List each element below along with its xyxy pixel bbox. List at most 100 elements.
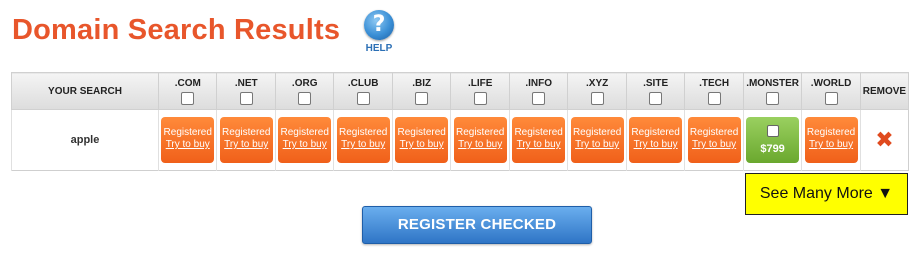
try-to-buy-link[interactable]: Try to buy (571, 139, 624, 151)
tld-header: .MONSTER (742, 72, 803, 110)
registered-badge: Registered Try to buy (395, 117, 449, 163)
tld-label: .CLUB (347, 77, 379, 89)
status-text: Registered (397, 127, 446, 138)
search-term: apple (11, 109, 159, 171)
status-text: Registered (572, 127, 622, 138)
help-label[interactable]: HELP (362, 43, 396, 54)
try-to-buy-link[interactable]: Try to buy (454, 139, 507, 151)
select-column-checkbox[interactable] (649, 91, 663, 105)
remove-header: REMOVE (859, 72, 910, 110)
registered-badge: Registered Try to buy (804, 117, 858, 163)
see-many-more-label: See Many More (759, 185, 873, 202)
registered-badge: Registered Try to buy (453, 117, 507, 163)
tld-header: .BIZ (391, 72, 452, 110)
tld-label: .COM (174, 77, 201, 89)
tld-header: .XYZ (567, 72, 627, 110)
registered-badge: Registered Try to buy (570, 117, 624, 163)
domain-cell: Registered Try to buy (274, 109, 334, 171)
remove-cell: ✖ (859, 109, 909, 171)
registered-badge: Registered Try to buy (219, 117, 273, 163)
table-row: apple Registered Try to buy Registered Try… (11, 109, 909, 171)
page-title: Domain Search Results (12, 14, 341, 46)
available-badge: $799 (746, 117, 800, 163)
try-to-buy-link[interactable]: Try to buy (161, 139, 214, 151)
tld-label: .SITE (643, 77, 669, 89)
select-column-checkbox[interactable] (590, 91, 604, 105)
tld-label: .LIFE (467, 77, 493, 89)
tld-label: .ORG (291, 77, 318, 89)
try-to-buy-link[interactable]: Try to buy (629, 139, 682, 151)
domain-cell: $799 (742, 109, 802, 171)
price: $799 (760, 143, 785, 155)
tld-label: .XYZ (586, 77, 609, 89)
tld-header: .WORLD (801, 72, 861, 110)
registered-badge: Registered Try to buy (512, 117, 566, 163)
tld-header: .LIFE (450, 72, 510, 110)
select-column-checkbox[interactable] (532, 91, 546, 105)
try-to-buy-link[interactable]: Try to buy (805, 139, 858, 151)
domain-cell: Registered Try to buy (508, 109, 568, 171)
register-checked-domains-button[interactable]: REGISTER CHECKED DOMAINS (362, 206, 592, 269)
registered-badge: Registered Try to buy (336, 117, 390, 163)
try-to-buy-link[interactable]: Try to buy (220, 139, 273, 151)
tld-label: .BIZ (412, 77, 432, 89)
your-search-header: YOUR SEARCH (11, 72, 159, 110)
domain-cell: Registered Try to buy (391, 109, 451, 171)
try-to-buy-link[interactable]: Try to buy (395, 139, 448, 151)
tld-label: .WORLD (810, 77, 852, 89)
select-column-checkbox[interactable] (707, 91, 721, 105)
tld-label: .NET (234, 77, 258, 89)
help-icon[interactable]: ? (364, 10, 394, 40)
tld-label: .MONSTER (746, 77, 799, 89)
select-column-checkbox[interactable] (239, 91, 253, 105)
domain-cell: Registered Try to buy (801, 109, 861, 171)
try-to-buy-link[interactable]: Try to buy (688, 139, 741, 151)
domain-cell: Registered Try to buy (333, 109, 393, 171)
select-column-checkbox[interactable] (766, 91, 780, 105)
domain-cell: Registered Try to buy (684, 109, 744, 171)
tld-header: .ORG (274, 72, 335, 110)
select-column-checkbox[interactable] (824, 91, 838, 105)
status-text: Registered (455, 127, 505, 138)
select-column-checkbox[interactable] (415, 91, 429, 105)
registered-badge: Registered Try to buy (278, 117, 332, 163)
try-to-buy-link[interactable]: Try to buy (337, 139, 390, 151)
select-column-checkbox[interactable] (181, 91, 195, 105)
tld-header: .INFO (508, 72, 569, 110)
results-table: YOUR SEARCH .COM .NET .ORG .CLUB .BIZ .L… (11, 72, 910, 171)
chevron-down-icon: ▼ (877, 185, 894, 202)
status-text: Registered (806, 127, 856, 138)
status-text: Registered (631, 127, 680, 138)
tld-header: .TECH (684, 72, 744, 110)
domain-cell: Registered Try to buy (157, 109, 217, 171)
select-domain-checkbox[interactable] (766, 125, 779, 137)
domain-cell: Registered Try to buy (216, 109, 276, 171)
see-many-more-button[interactable]: See Many More ▼ (745, 173, 908, 215)
try-to-buy-link[interactable]: Try to buy (512, 139, 565, 151)
domain-cell: Registered Try to buy (450, 109, 510, 171)
registered-badge: Registered Try to buy (629, 117, 683, 163)
help-button[interactable]: ? HELP (362, 10, 396, 54)
select-column-checkbox[interactable] (356, 91, 370, 105)
status-text: Registered (222, 127, 271, 138)
status-text: Registered (339, 127, 388, 138)
status-text: Registered (163, 127, 212, 138)
registered-badge: Registered Try to buy (161, 117, 215, 163)
status-text: Registered (689, 127, 739, 138)
select-column-checkbox[interactable] (298, 91, 312, 105)
domain-cell: Registered Try to buy (625, 109, 685, 171)
tld-header: .NET (216, 72, 276, 110)
status-text: Registered (514, 127, 563, 138)
domain-cell: Registered Try to buy (567, 109, 627, 171)
tld-header: .CLUB (333, 72, 393, 110)
tld-label: .TECH (699, 77, 730, 89)
tld-header: .SITE (625, 72, 686, 110)
remove-icon[interactable]: ✖ (875, 128, 893, 153)
select-column-checkbox[interactable] (473, 91, 487, 105)
header-row: YOUR SEARCH .COM .NET .ORG .CLUB .BIZ .L… (11, 72, 910, 110)
status-text: Registered (280, 127, 329, 138)
registered-badge: Registered Try to buy (687, 117, 741, 163)
try-to-buy-link[interactable]: Try to buy (278, 139, 331, 151)
tld-label: .INFO (525, 77, 552, 89)
tld-header: .COM (157, 72, 218, 110)
